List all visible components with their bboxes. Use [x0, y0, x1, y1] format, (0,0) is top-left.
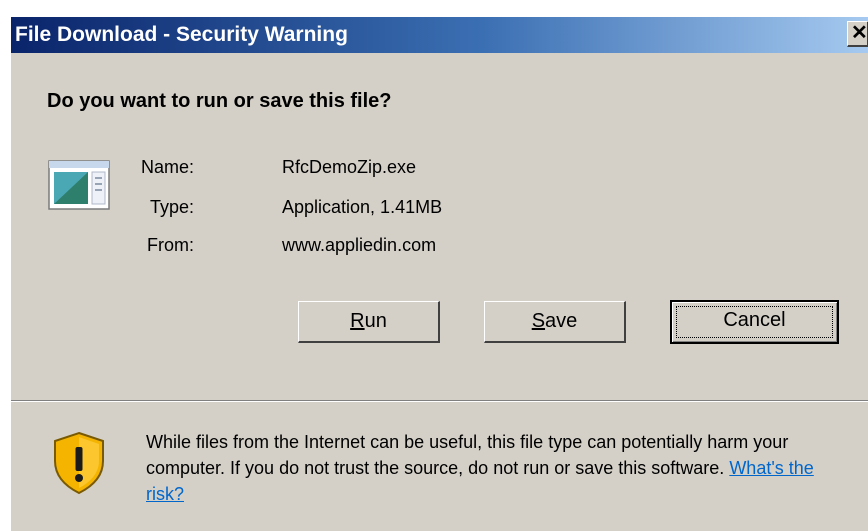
warning-message: While files from the Internet can be use… [146, 429, 846, 507]
warning-text: While files from the Internet can be use… [146, 432, 789, 478]
shield-warning-icon [54, 431, 104, 495]
run-mnemonic: R [350, 310, 365, 332]
save-button[interactable]: Save [484, 301, 626, 343]
security-warning-dialog: File Download - Security Warning ✕ Do yo… [10, 16, 868, 531]
save-label: ave [545, 310, 578, 332]
section-divider [11, 400, 868, 402]
run-label: un [364, 310, 387, 332]
type-label: Type: [149, 197, 194, 217]
from-value: www.appliedin.com [282, 235, 437, 255]
name-value: RfcDemoZip.exe [282, 157, 417, 177]
cancel-button[interactable]: Cancel [670, 300, 839, 344]
close-icon: ✕ [851, 22, 868, 44]
focus-rectangle [676, 306, 833, 338]
type-value: Application, 1.41MB [282, 197, 443, 217]
name-label: Name: [140, 157, 194, 177]
save-mnemonic: S [531, 310, 546, 332]
title-bar[interactable]: File Download - Security Warning ✕ [11, 17, 868, 53]
run-button[interactable]: Run [298, 301, 440, 343]
application-icon [48, 160, 110, 210]
from-label: From: [147, 235, 194, 255]
dialog-question: Do you want to run or save this file? [47, 90, 392, 112]
close-button[interactable]: ✕ [847, 21, 868, 47]
window-title: File Download - Security Warning [15, 23, 348, 46]
